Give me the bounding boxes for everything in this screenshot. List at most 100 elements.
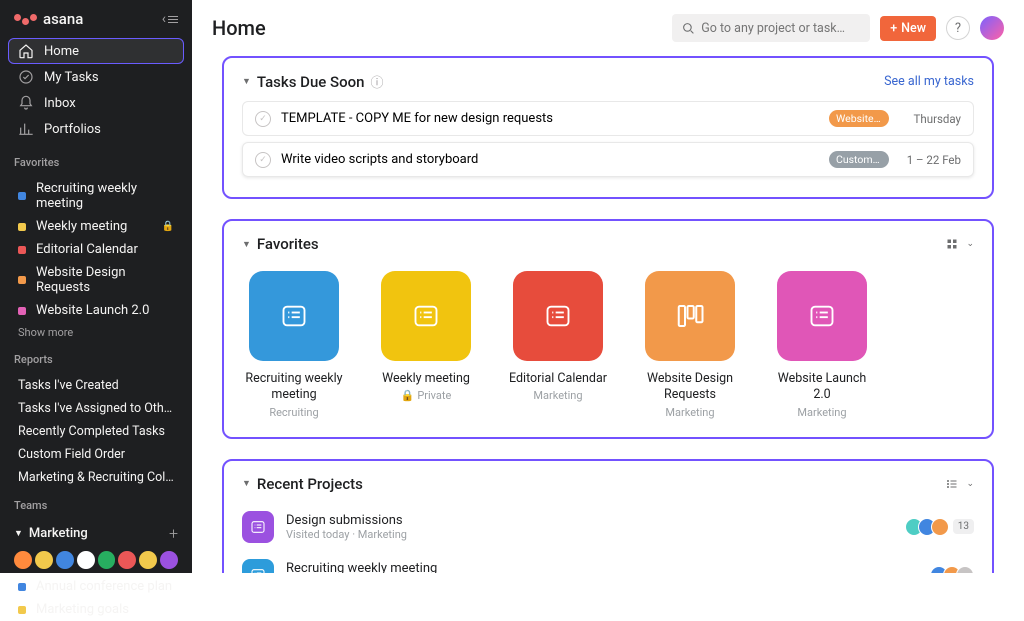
project-tag[interactable]: Custome… <box>829 151 889 168</box>
sidebar-favorite-item[interactable]: Website Design Requests <box>8 261 184 299</box>
sidebar-favorite-item[interactable]: Recruiting weekly meeting <box>8 177 184 215</box>
project-name: Website Launch 2.0 <box>770 371 874 404</box>
project-name: Website Design Requests <box>638 371 742 404</box>
task-name: TEMPLATE - COPY ME for new design reques… <box>281 111 553 126</box>
nav-inbox[interactable]: Inbox <box>8 90 184 116</box>
global-search[interactable] <box>672 14 870 42</box>
nav-label: Home <box>44 44 79 59</box>
project-label: Website Launch 2.0 <box>36 303 149 318</box>
collapse-icon[interactable]: ▼ <box>242 76 251 87</box>
nav-label: Portfolios <box>44 122 101 137</box>
lock-icon: 🔒 <box>401 389 415 402</box>
favorite-project-card[interactable]: Editorial CalendarMarketing <box>506 271 610 419</box>
report-item[interactable]: Recently Completed Tasks <box>8 420 184 443</box>
search-icon <box>682 22 695 35</box>
report-item[interactable]: Marketing & Recruiting Collab… <box>8 466 184 489</box>
member-avatars: 13 <box>910 518 974 536</box>
project-color-dot <box>18 307 26 315</box>
topbar: Home + New ? <box>192 0 1024 52</box>
report-item[interactable]: Tasks I've Created <box>8 374 184 397</box>
sidebar-favorites-list: Recruiting weekly meeting Weekly meeting🔒… <box>0 177 192 322</box>
project-team: 🔒Private <box>374 389 478 402</box>
app-name: asana <box>43 10 83 28</box>
nav-my-tasks[interactable]: My Tasks <box>8 64 184 90</box>
project-color-dot <box>18 223 26 231</box>
task-row[interactable]: ✓ TEMPLATE - COPY ME for new design reque… <box>242 101 974 136</box>
favorite-project-card[interactable]: Website Launch 2.0 Marketing <box>770 271 874 419</box>
team-row-marketing[interactable]: ▼ Marketing + <box>0 520 192 547</box>
nav-label: My Tasks <box>44 70 99 85</box>
tasks-due-card: ▼ Tasks Due Soon ⓘ See all my tasks ✓ TEM… <box>222 56 994 199</box>
task-date: 1 – 22 Feb <box>899 153 961 167</box>
team-member-avatar[interactable] <box>160 551 178 569</box>
team-member-avatar[interactable] <box>118 551 136 569</box>
project-tile <box>249 271 339 361</box>
profile-avatar[interactable] <box>980 16 1004 40</box>
teams-heading: Teams <box>14 499 178 512</box>
sidebar: asana ‹ Home My Tasks Inbox <box>0 0 192 573</box>
app-logo[interactable]: asana <box>14 10 83 28</box>
card-title: Tasks Due Soon <box>257 73 365 91</box>
team-member-avatar[interactable] <box>98 551 116 569</box>
show-more-link[interactable]: Show more <box>0 322 192 343</box>
chevron-down-icon[interactable]: ⌄ <box>966 239 974 249</box>
project-tag[interactable]: Website … <box>829 110 889 127</box>
member-avatar[interactable] <box>956 566 974 574</box>
new-label: New <box>901 21 926 36</box>
card-title: Recent Projects <box>257 475 363 493</box>
recent-project-row[interactable]: Recruiting weekly meetingVisited today ·… <box>242 551 974 574</box>
help-button[interactable]: ? <box>946 16 970 40</box>
main-area: Home + New ? ▼ Tasks Due Soon ⓘ See all … <box>192 0 1024 573</box>
team-project-item[interactable]: Annual conference plan <box>8 575 184 598</box>
report-item[interactable]: Tasks I've Assigned to Others <box>8 397 184 420</box>
favorite-project-card[interactable]: Weekly meeting 🔒Private <box>374 271 478 419</box>
sidebar-favorite-item[interactable]: Website Launch 2.0 <box>8 299 184 322</box>
project-name: Recruiting weekly meeting <box>286 561 437 574</box>
report-item[interactable]: Custom Field Order <box>8 443 184 466</box>
project-label: Recruiting weekly meeting <box>36 181 174 211</box>
favorite-project-card[interactable]: Recruiting weekly meetingRecruiting <box>242 271 346 419</box>
project-tile-icon <box>242 511 274 543</box>
project-label: Weekly meeting <box>36 219 127 234</box>
primary-nav: Home My Tasks Inbox Portfolios <box>0 34 192 146</box>
complete-check-icon[interactable]: ✓ <box>255 111 271 127</box>
member-avatar[interactable] <box>931 518 949 536</box>
see-all-tasks-link[interactable]: See all my tasks <box>884 74 974 89</box>
project-name: Recruiting weekly meeting <box>242 371 346 404</box>
grid-view-icon[interactable] <box>946 238 958 250</box>
recent-projects-card: ▼ Recent Projects ⌄ Design submissionsVi… <box>222 459 994 574</box>
task-row[interactable]: ✓ Write video scripts and storyboard Custo… <box>242 142 974 177</box>
sidebar-favorite-item[interactable]: Weekly meeting🔒 <box>8 215 184 238</box>
project-tile <box>645 271 735 361</box>
new-button[interactable]: + New <box>880 16 936 41</box>
add-project-icon[interactable]: + <box>169 524 178 543</box>
team-project-item[interactable]: Marketing goals <box>8 598 184 621</box>
team-member-avatar[interactable] <box>56 551 74 569</box>
favorite-project-card[interactable]: Website Design RequestsMarketing <box>638 271 742 419</box>
project-team: Marketing <box>770 406 874 419</box>
team-member-avatar[interactable] <box>14 551 32 569</box>
complete-check-icon[interactable]: ✓ <box>255 152 271 168</box>
project-color-dot <box>18 192 26 200</box>
more-members-count: 13 <box>953 519 974 534</box>
chevron-down-icon[interactable]: ⌄ <box>966 479 974 489</box>
team-member-avatar[interactable] <box>35 551 53 569</box>
nav-portfolios[interactable]: Portfolios <box>8 116 184 142</box>
info-icon[interactable]: ⓘ <box>371 72 384 91</box>
favorites-heading: Favorites <box>14 156 178 169</box>
reports-heading: Reports <box>14 353 178 366</box>
search-input[interactable] <box>701 21 860 36</box>
caret-down-icon: ▼ <box>14 528 23 539</box>
task-name: Write video scripts and storyboard <box>281 152 478 167</box>
collapse-icon[interactable]: ▼ <box>242 239 251 250</box>
list-view-icon[interactable] <box>946 478 958 490</box>
collapse-icon[interactable]: ▼ <box>242 478 251 489</box>
team-member-avatar[interactable] <box>139 551 157 569</box>
project-name: Weekly meeting <box>374 371 478 387</box>
nav-home[interactable]: Home <box>8 38 184 64</box>
recent-project-row[interactable]: Design submissionsVisited today · Market… <box>242 503 974 551</box>
team-member-avatar[interactable] <box>77 551 95 569</box>
sidebar-collapse-icon[interactable]: ‹ <box>162 11 178 27</box>
sidebar-favorite-item[interactable]: Editorial Calendar <box>8 238 184 261</box>
project-color-dot <box>18 276 26 284</box>
